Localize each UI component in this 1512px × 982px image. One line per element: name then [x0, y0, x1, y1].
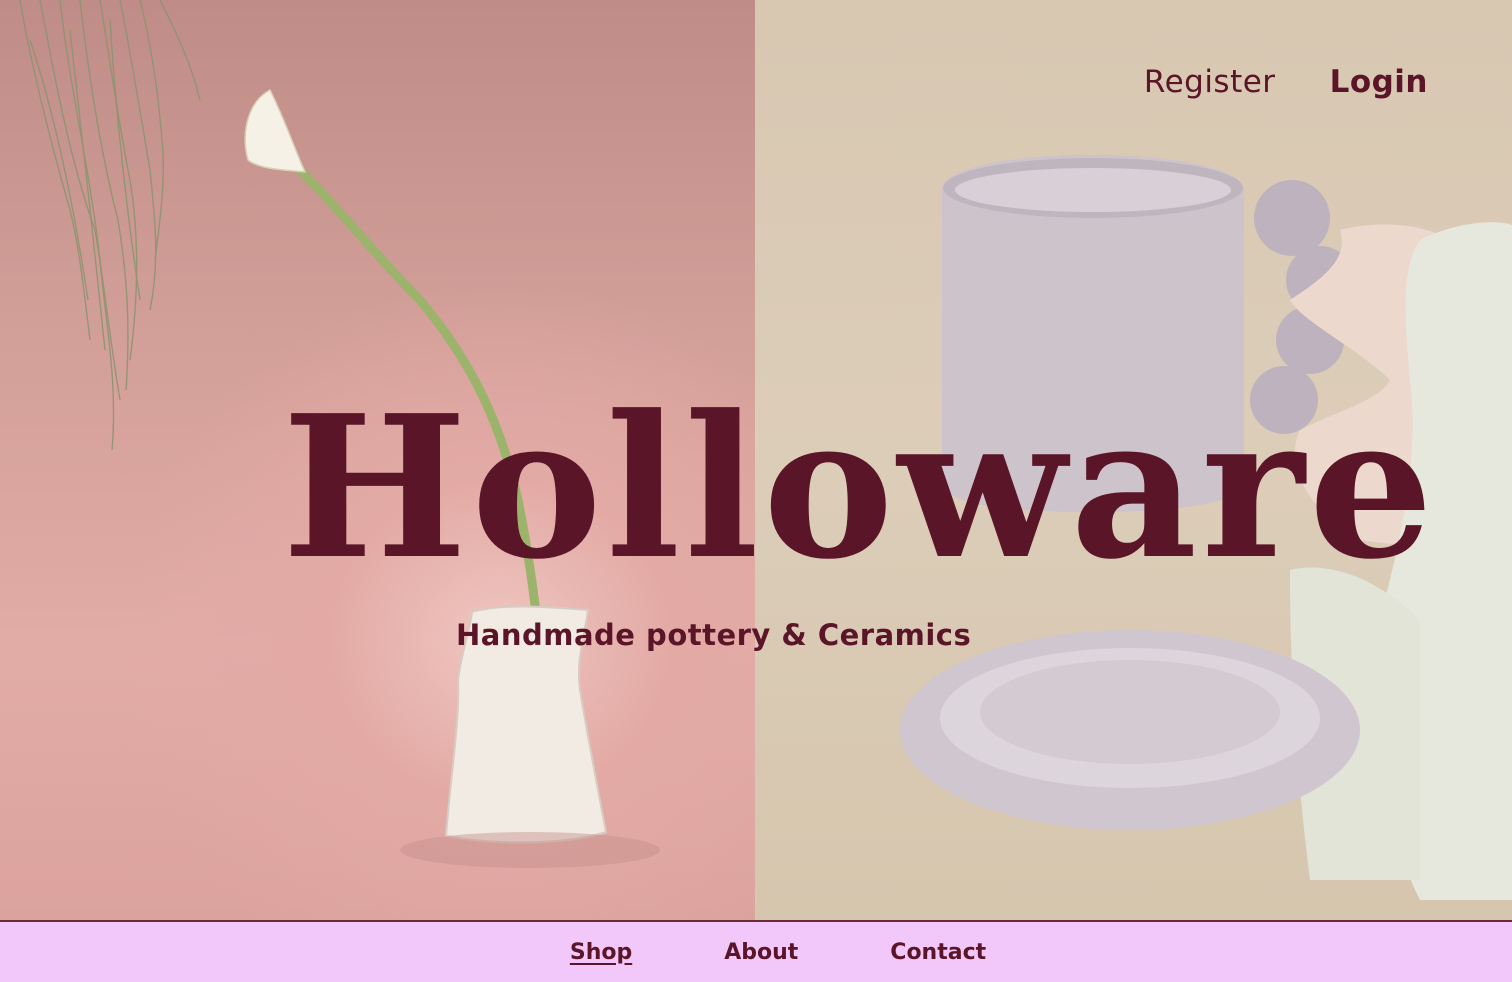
nav-about-link[interactable]: About: [724, 940, 798, 965]
hanging-moss-image: [19, 0, 201, 451]
brand-title: Holloware: [282, 373, 1438, 603]
register-link[interactable]: Register: [1144, 64, 1276, 100]
bottom-navigation: Shop About Contact: [0, 920, 1512, 982]
brand-tagline: Handmade pottery & Ceramics: [456, 618, 972, 652]
auth-links: Register Login: [1144, 64, 1428, 100]
nav-contact-link[interactable]: Contact: [890, 940, 986, 965]
login-link[interactable]: Login: [1330, 64, 1428, 100]
nav-shop-link[interactable]: Shop: [570, 940, 632, 965]
saucer-image: [900, 630, 1360, 830]
calla-lily-flower: [244, 88, 307, 173]
